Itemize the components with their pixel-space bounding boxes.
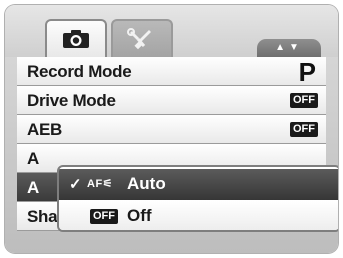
option-auto[interactable]: ✓ AF⚟ Auto bbox=[59, 169, 338, 200]
off-badge: OFF bbox=[290, 93, 318, 108]
menu-item-label: A bbox=[27, 149, 39, 168]
camera-icon bbox=[63, 30, 89, 48]
off-badge: OFF bbox=[90, 209, 118, 224]
tab-camera[interactable] bbox=[45, 19, 107, 57]
camera-menu-screen: ▲▼ Record Mode P Drive Mode OFF AEB OFF … bbox=[5, 5, 338, 253]
menu-tab-bar: ▲▼ bbox=[5, 5, 338, 57]
wrench-screwdriver-icon bbox=[127, 28, 151, 50]
option-off[interactable]: OFF Off bbox=[59, 201, 338, 230]
scroll-arrows-indicator: ▲▼ bbox=[257, 39, 321, 57]
af-mode-icon: AF⚟ bbox=[87, 178, 114, 190]
menu-item-aeb[interactable]: AEB OFF bbox=[17, 115, 326, 144]
option-label: Off bbox=[127, 206, 152, 225]
check-icon: ✓ bbox=[69, 176, 82, 193]
off-badge: OFF bbox=[290, 122, 318, 137]
menu-item-label: A bbox=[27, 178, 39, 197]
menu-item-label: AEB bbox=[27, 120, 62, 139]
record-mode-value: P bbox=[298, 57, 316, 87]
menu-item-drive-mode[interactable]: Drive Mode OFF bbox=[17, 86, 326, 115]
menu-item-record-mode[interactable]: Record Mode P bbox=[17, 57, 326, 87]
menu-item-label: Record Mode bbox=[27, 62, 132, 81]
menu-item-label: Drive Mode bbox=[27, 91, 116, 110]
option-label: Auto bbox=[127, 174, 166, 193]
tab-setup[interactable] bbox=[111, 19, 173, 57]
option-popup: ✓ AF⚟ Auto OFF Off bbox=[57, 165, 338, 232]
